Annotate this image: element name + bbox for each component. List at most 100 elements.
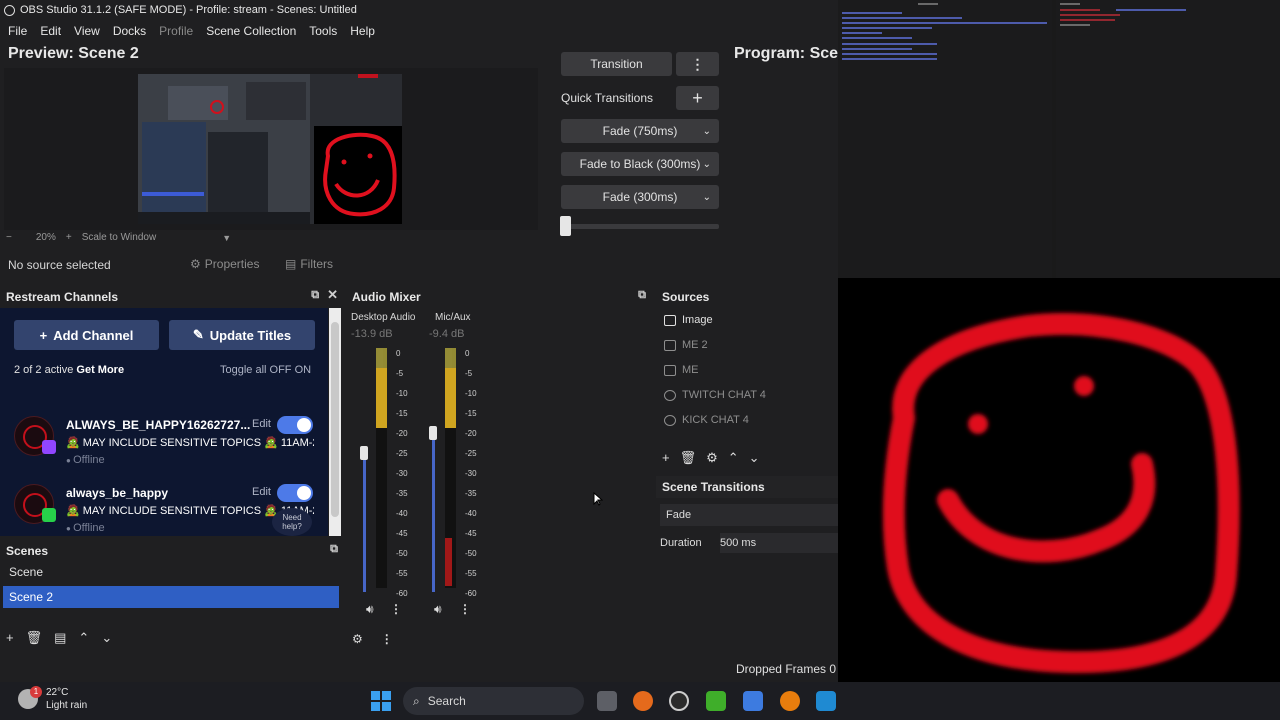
scrollbar-thumb[interactable] — [331, 322, 339, 517]
menu-profile[interactable]: Profile — [159, 24, 201, 38]
meter-scale-tick: -10 — [465, 389, 477, 398]
source-item[interactable]: TWITCH CHAT 4 — [664, 389, 766, 401]
menu-view[interactable]: View — [74, 24, 108, 38]
scene-item-selected[interactable]: Scene 2 — [3, 586, 339, 608]
channel-toggle[interactable] — [277, 484, 313, 502]
toggle-all-control[interactable]: Toggle all OFF ON — [220, 364, 311, 376]
start-tile — [371, 702, 380, 711]
filters-button[interactable]: ▤ Filters — [285, 257, 333, 271]
restream-scrollbar[interactable] — [329, 308, 341, 536]
menu-scene-collection[interactable]: Scene Collection — [206, 24, 304, 38]
chevron-down-icon[interactable]: ⌄ — [101, 630, 112, 646]
channel-toggle[interactable] — [277, 416, 313, 434]
plus-icon: + — [39, 327, 48, 343]
more-vertical-icon[interactable]: ⋮ — [390, 602, 402, 616]
source-label: ME 2 — [682, 339, 708, 351]
transition-button[interactable]: Transition — [561, 52, 672, 76]
trash-icon[interactable]: 🗑︎ — [26, 630, 43, 646]
dock-controls: ⧉ — [330, 543, 338, 556]
meter-scale-tick: -50 — [396, 549, 408, 558]
update-titles-button[interactable]: ✎ Update Titles — [169, 320, 315, 350]
preview-selection-bar — [142, 192, 204, 196]
volume-fader-track[interactable] — [432, 434, 435, 592]
volume-fader-knob[interactable] — [429, 426, 437, 440]
mixer-channel-name: Desktop Audio — [351, 312, 416, 323]
chevron-down-icon[interactable]: ⌄ — [703, 126, 711, 137]
advanced-audio-icon[interactable]: ⚙ — [352, 632, 363, 646]
scene-item[interactable]: Scene — [3, 561, 339, 583]
meter-scale-tick: -15 — [465, 409, 477, 418]
need-help-button[interactable]: Need help? — [272, 508, 312, 536]
volume-fader-knob[interactable] — [360, 446, 368, 460]
quick-transition-fade-750[interactable]: Fade (750ms) ⌄ — [561, 119, 719, 143]
app-icon[interactable] — [743, 691, 763, 711]
more-vertical-icon[interactable]: ⋮ — [381, 632, 393, 646]
firefox-icon[interactable] — [633, 691, 653, 711]
preview-red-mark — [210, 100, 224, 114]
taskbar-search[interactable]: ⌕ Search — [403, 687, 584, 715]
quick-transition-fade-300[interactable]: Fade (300ms) ⌄ — [561, 185, 719, 209]
smiley-face-image — [882, 313, 1240, 674]
add-channel-button[interactable]: + Add Channel — [14, 320, 159, 350]
add-channel-label: Add Channel — [53, 327, 134, 343]
source-item[interactable]: Image — [664, 314, 713, 326]
speaker-icon[interactable]: 🔊︎ — [366, 602, 374, 617]
source-item[interactable]: ME 2 — [664, 339, 708, 351]
transition-select[interactable]: Fade — [660, 504, 838, 526]
undock-icon[interactable]: ⧉ — [330, 543, 338, 556]
add-icon[interactable]: + — [6, 630, 14, 646]
undock-icon[interactable]: ⧉ — [311, 289, 319, 303]
chevron-down-icon[interactable]: ⌄ — [703, 192, 711, 203]
channel-edit-link[interactable]: Edit — [252, 486, 271, 498]
filter-icon[interactable]: ▤ — [54, 630, 66, 646]
channel-edit-link[interactable]: Edit — [252, 418, 271, 430]
chat-line — [1060, 14, 1120, 16]
volume-fader-track[interactable] — [363, 454, 366, 592]
chevron-up-icon[interactable]: ⌃ — [78, 630, 89, 646]
menu-docks[interactable]: Docks — [113, 24, 154, 38]
weather-widget[interactable]: 1 22°C Light rain — [18, 686, 87, 712]
blender-icon[interactable] — [780, 691, 800, 711]
preview-canvas[interactable] — [4, 68, 538, 230]
transition-menu-button[interactable]: ⋮ — [676, 52, 719, 76]
tbar-handle[interactable] — [560, 216, 571, 236]
properties-button[interactable]: ⚙ Properties — [190, 257, 259, 271]
quick-transition-fade-black-300[interactable]: Fade to Black (300ms) ⌄ — [561, 152, 719, 176]
task-view-icon[interactable] — [597, 691, 617, 711]
chevron-down-icon[interactable]: ⌄ — [749, 450, 760, 466]
add-icon[interactable]: + — [662, 450, 670, 466]
chevron-down-icon[interactable]: ⌄ — [703, 159, 711, 170]
menu-tools[interactable]: Tools — [309, 24, 345, 38]
sources-header: Sources — [656, 286, 838, 308]
source-item[interactable]: KICK CHAT 4 — [664, 414, 749, 426]
undock-icon[interactable]: ⧉ — [638, 289, 646, 302]
menu-file[interactable]: File — [8, 24, 35, 38]
add-quick-transition-button[interactable]: + — [676, 86, 719, 110]
vscode-icon[interactable] — [816, 691, 836, 711]
close-icon[interactable]: ✕ — [327, 287, 338, 303]
menu-edit[interactable]: Edit — [40, 24, 69, 38]
minecraft-icon[interactable] — [706, 691, 726, 711]
zoom-out-button[interactable]: − — [6, 232, 12, 243]
gear-icon[interactable]: ⚙ — [706, 450, 718, 466]
chevron-up-icon[interactable]: ⌃ — [728, 450, 739, 466]
trash-icon[interactable]: 🗑︎ — [680, 450, 697, 466]
tbar-track[interactable] — [561, 224, 719, 229]
duration-input[interactable]: 500 ms — [720, 533, 838, 553]
speaker-icon[interactable]: 🔊︎ — [434, 602, 442, 617]
scale-mode-select[interactable]: Scale to Window — [82, 232, 156, 243]
dock-controls: ⧉ — [638, 289, 646, 302]
source-item[interactable]: ME — [664, 364, 699, 376]
meter-scale-tick: -25 — [396, 449, 408, 458]
obs-app-icon[interactable] — [669, 691, 689, 711]
audio-mixer-dock: Audio Mixer ⧉ Desktop Audio -13.9 dB Mic… — [346, 286, 650, 646]
meter-scale-tick: -60 — [396, 589, 408, 598]
chevron-down-icon[interactable]: ▼ — [222, 233, 231, 243]
mixer-channel-name: Mic/Aux — [435, 312, 471, 323]
windows-start-button[interactable] — [371, 691, 391, 711]
more-vertical-icon[interactable]: ⋮ — [459, 602, 471, 616]
zoom-in-button[interactable]: + — [66, 232, 72, 243]
meter-scale-tick: -10 — [396, 389, 408, 398]
menu-help[interactable]: Help — [350, 24, 383, 38]
get-more-link[interactable]: Get More — [76, 364, 124, 376]
